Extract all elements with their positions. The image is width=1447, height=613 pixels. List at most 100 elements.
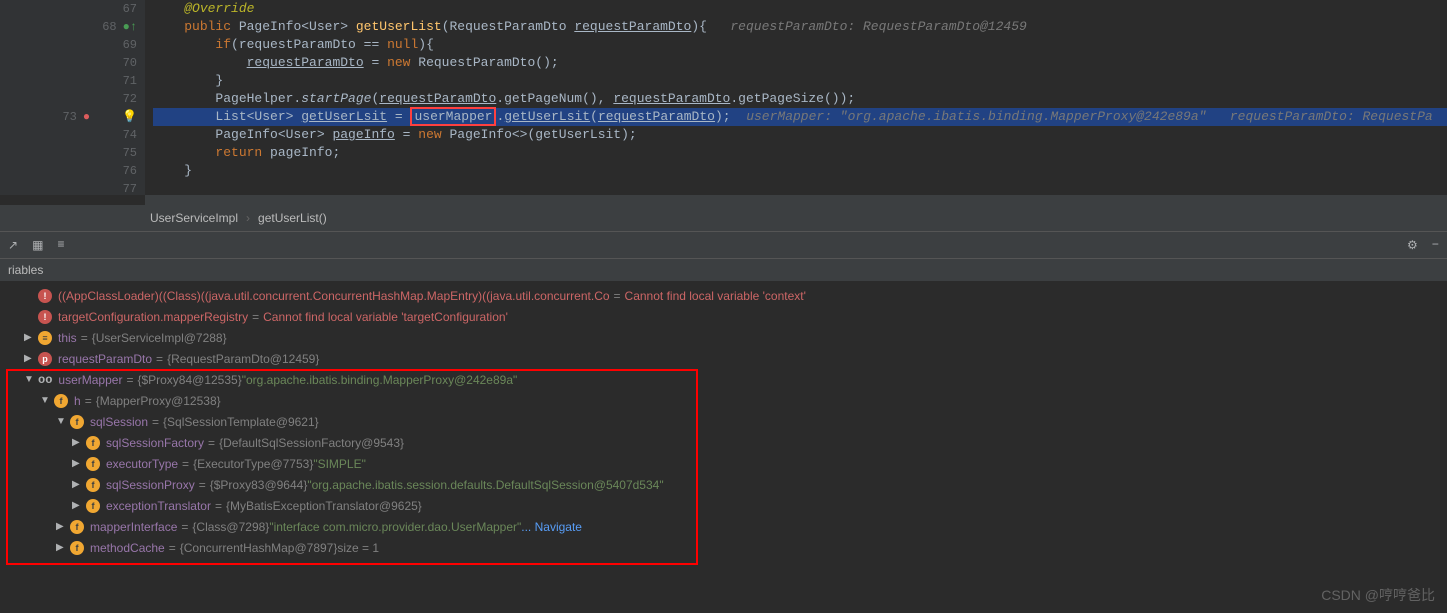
- code-line[interactable]: }: [153, 72, 1447, 90]
- var-type-icon: ≡: [38, 331, 52, 345]
- gutter-line[interactable]: 68 ●↑: [0, 18, 137, 36]
- expand-arrow-icon[interactable]: ▼: [24, 374, 34, 385]
- variable-row[interactable]: ▶fexecutorType={ExecutorType@7753} "SIMP…: [0, 453, 1447, 474]
- variable-row[interactable]: !((AppClassLoader)((Class)((java.util.co…: [0, 285, 1447, 306]
- expand-arrow-icon[interactable]: ▼: [56, 416, 66, 427]
- gutter-line[interactable]: 75: [0, 144, 137, 162]
- code-line[interactable]: PageHelper.startPage(requestParamDto.get…: [153, 90, 1447, 108]
- code-line[interactable]: if(requestParamDto == null){: [153, 36, 1447, 54]
- variable-value: {$Proxy84@12535}: [137, 373, 241, 387]
- variable-tostring: "SIMPLE": [313, 457, 366, 471]
- variable-row[interactable]: !targetConfiguration.mapperRegistry=Cann…: [0, 306, 1447, 327]
- code-line[interactable]: return pageInfo;: [153, 144, 1447, 162]
- code-line[interactable]: PageInfo<User> pageInfo = new PageInfo<>…: [153, 126, 1447, 144]
- expand-arrow-icon[interactable]: ▶: [72, 437, 82, 448]
- variables-panel[interactable]: CSDN @哼哼爸比 !((AppClassLoader)((Class)((j…: [0, 281, 1447, 613]
- var-type-icon: f: [70, 415, 84, 429]
- equals-sign: =: [215, 499, 222, 513]
- line-number: 77: [113, 180, 137, 198]
- code-line[interactable]: [153, 180, 1447, 195]
- navigate-link[interactable]: ... Navigate: [521, 520, 582, 534]
- code-editor[interactable]: 6768 ●↑6970717273 ● 💡74757677 @Override pub…: [0, 0, 1447, 195]
- variable-value: Cannot find local variable 'context': [625, 289, 806, 303]
- stack-icon[interactable]: ≡: [57, 238, 64, 253]
- expand-arrow-icon[interactable]: ▶: [56, 542, 66, 553]
- code-content[interactable]: @Override public PageInfo<User> getUserL…: [145, 0, 1447, 195]
- line-number: 67: [113, 0, 137, 18]
- variable-value: {SqlSessionTemplate@9621}: [163, 415, 319, 429]
- var-type-icon: f: [86, 457, 100, 471]
- variable-row[interactable]: ▶fmethodCache={ConcurrentHashMap@7897} s…: [0, 537, 1447, 558]
- var-type-icon: f: [86, 478, 100, 492]
- gutter-line[interactable]: 70: [0, 54, 137, 72]
- variable-row[interactable]: ▶fsqlSessionProxy={$Proxy83@9644} "org.a…: [0, 474, 1447, 495]
- code-line[interactable]: List<User> getUserLsit = userMapper.getU…: [153, 108, 1447, 126]
- breadcrumb[interactable]: UserServiceImpl › getUserList(): [0, 205, 1447, 231]
- line-number: 68: [93, 18, 117, 36]
- lightbulb-icon[interactable]: 💡: [122, 108, 137, 126]
- line-number: 74: [113, 126, 137, 144]
- line-number: 70: [113, 54, 137, 72]
- calculator-icon[interactable]: ▦: [32, 238, 43, 253]
- line-number: 71: [113, 72, 137, 90]
- equals-sign: =: [208, 436, 215, 450]
- variable-row[interactable]: ▼fsqlSession={SqlSessionTemplate@9621}: [0, 411, 1447, 432]
- minimize-icon[interactable]: −: [1432, 238, 1439, 253]
- variable-value: {$Proxy83@9644}: [210, 478, 308, 492]
- line-number: 69: [113, 36, 137, 54]
- expand-arrow-icon[interactable]: ▶: [72, 458, 82, 469]
- variable-row[interactable]: ▼oouserMapper={$Proxy84@12535} "org.apac…: [0, 369, 1447, 390]
- variable-value: {UserServiceImpl@7288}: [92, 331, 227, 345]
- variable-row[interactable]: ▶fexceptionTranslator={MyBatisExceptionT…: [0, 495, 1447, 516]
- variable-name: methodCache: [90, 541, 165, 555]
- line-number: 73: [53, 108, 77, 126]
- var-type-icon: p: [38, 352, 52, 366]
- gutter-line[interactable]: 67: [0, 0, 137, 18]
- gutter-line[interactable]: 72: [0, 90, 137, 108]
- code-line[interactable]: requestParamDto = new RequestParamDto();: [153, 54, 1447, 72]
- horizontal-scrollbar[interactable]: [145, 195, 1447, 205]
- variable-name: this: [58, 331, 77, 345]
- breadcrumb-method[interactable]: getUserList(): [258, 211, 327, 225]
- variable-tostring: "org.apache.ibatis.session.defaults.Defa…: [307, 478, 663, 492]
- new-watch-icon[interactable]: ↗: [8, 238, 18, 253]
- var-type-icon: f: [86, 499, 100, 513]
- code-line[interactable]: public PageInfo<User> getUserList(Reques…: [153, 18, 1447, 36]
- expand-arrow-icon[interactable]: ▼: [40, 395, 50, 406]
- variable-row[interactable]: ▶≡this={UserServiceImpl@7288}: [0, 327, 1447, 348]
- var-type-icon: f: [70, 541, 84, 555]
- gutter-line[interactable]: 76: [0, 162, 137, 180]
- expand-arrow-icon[interactable]: ▶: [56, 521, 66, 532]
- watermark: CSDN @哼哼爸比: [1321, 585, 1435, 605]
- gutter-line[interactable]: 69: [0, 36, 137, 54]
- variable-row[interactable]: ▶fsqlSessionFactory={DefaultSqlSessionFa…: [0, 432, 1447, 453]
- variable-value: Cannot find local variable 'targetConfig…: [263, 310, 508, 324]
- equals-sign: =: [152, 415, 159, 429]
- variable-value: {RequestParamDto@12459}: [167, 352, 319, 366]
- gutter-line[interactable]: 74: [0, 126, 137, 144]
- expand-arrow-icon[interactable]: ▶: [72, 479, 82, 490]
- variable-extra: size = 1: [337, 541, 379, 555]
- gutter: 6768 ●↑6970717273 ● 💡74757677: [0, 0, 145, 195]
- breakpoint-icon[interactable]: ●: [83, 108, 90, 126]
- variable-tostring: "interface com.micro.provider.dao.UserMa…: [269, 520, 521, 534]
- variable-row[interactable]: ▶fmapperInterface={Class@7298} "interfac…: [0, 516, 1447, 537]
- var-type-icon: f: [86, 436, 100, 450]
- code-line[interactable]: @Override: [153, 0, 1447, 18]
- variable-row[interactable]: ▼fh={MapperProxy@12538}: [0, 390, 1447, 411]
- gutter-line[interactable]: 71: [0, 72, 137, 90]
- expand-arrow-icon[interactable]: ▶: [72, 500, 82, 511]
- equals-sign: =: [182, 457, 189, 471]
- expand-arrow-icon[interactable]: ▶: [24, 353, 34, 364]
- variable-name: h: [74, 394, 81, 408]
- variable-name: targetConfiguration.mapperRegistry: [58, 310, 248, 324]
- expand-arrow-icon[interactable]: ▶: [24, 332, 34, 343]
- gutter-line[interactable]: 77: [0, 180, 137, 198]
- code-line[interactable]: }: [153, 162, 1447, 180]
- variable-row[interactable]: ▶prequestParamDto={RequestParamDto@12459…: [0, 348, 1447, 369]
- gutter-line[interactable]: 73 ● 💡: [0, 108, 137, 126]
- gear-icon[interactable]: ⚙: [1407, 238, 1418, 253]
- breadcrumb-class[interactable]: UserServiceImpl: [150, 211, 238, 225]
- equals-sign: =: [252, 310, 259, 324]
- override-icon[interactable]: ●↑: [123, 18, 137, 36]
